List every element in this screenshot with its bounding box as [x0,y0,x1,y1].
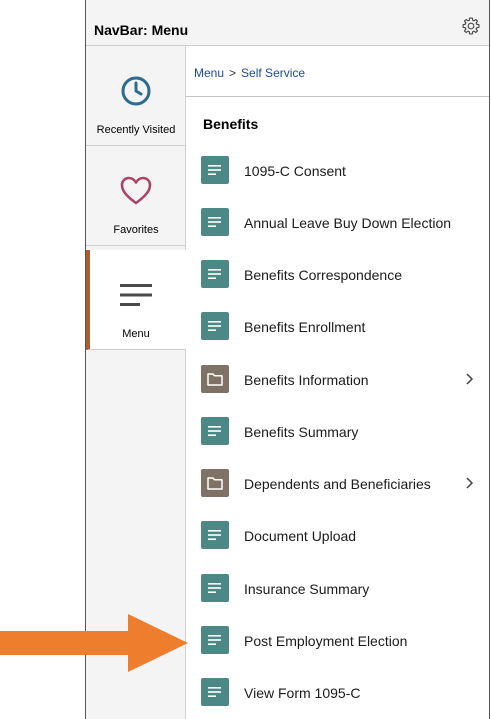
menu-folder[interactable]: Dependents and Beneficiaries [186,464,489,504]
breadcrumb-current[interactable]: Self Service [241,66,305,80]
menu-content: Menu > Self Service Benefits 1095-C Consen… [186,46,489,719]
hamburger-icon [86,278,186,312]
menu-item[interactable]: Post Employment Election [186,621,489,661]
breadcrumb-separator: > [229,66,237,80]
content-reference-icon [201,417,229,445]
sidebar-item-label: Favorites [113,224,159,236]
breadcrumb-divider [186,96,489,97]
chevron-right-icon [466,477,474,489]
content-reference-icon [201,260,229,288]
navbar-panel: NavBar: Menu Recently Visited Favorites [85,0,490,719]
content-reference-icon [201,156,229,184]
menu-item[interactable]: Benefits Summary [186,412,489,452]
content-reference-icon [201,678,229,706]
content-reference-icon [201,574,229,602]
breadcrumb: Menu > Self Service [194,66,305,80]
sidebar-item-menu[interactable]: Menu [86,250,187,350]
menu-item[interactable]: View Form 1095-C [186,673,489,713]
menu-item-label: Dependents and Beneficiaries [244,476,431,492]
menu-item[interactable]: 1095-C Consent [186,151,489,191]
section-title: Benefits [203,116,259,132]
menu-folder[interactable]: Benefits Information [186,360,489,400]
menu-item[interactable]: Benefits Correspondence [186,255,489,295]
menu-item-label: Annual Leave Buy Down Election [244,215,452,231]
sidebar-item-label: Menu [122,328,150,340]
menu-item-label: Insurance Summary [244,581,370,597]
menu-item-label: Post Employment Election [244,633,408,649]
sidebar-item-label: Recently Visited [96,124,176,136]
menu-item-label: Benefits Correspondence [244,267,402,283]
folder-icon [201,365,229,393]
menu-item[interactable]: Document Upload [186,516,489,556]
menu-item-label: Benefits Enrollment [244,319,366,335]
breadcrumb-link-menu[interactable]: Menu [194,66,224,80]
menu-item[interactable]: Annual Leave Buy Down Election [186,203,489,243]
sidebar-item-recently-visited[interactable]: Recently Visited [86,46,186,146]
clock-icon [86,74,186,108]
gear-icon[interactable] [461,16,481,36]
chevron-right-icon [466,373,474,385]
content-reference-icon [201,312,229,340]
menu-item[interactable]: Benefits Enrollment [186,307,489,347]
callout-arrow-icon [0,614,188,672]
menu-item-label: Benefits Summary [244,424,359,440]
menu-item-label: 1095-C Consent [244,163,346,179]
content-reference-icon [201,626,229,654]
sidebar-item-favorites[interactable]: Favorites [86,146,186,246]
menu-item[interactable]: Insurance Summary [186,569,489,609]
menu-item-label: Benefits Information [244,372,369,388]
content-reference-icon [201,521,229,549]
folder-icon [201,469,229,497]
heart-icon [86,174,186,208]
content-reference-icon [201,208,229,236]
navbar-title: NavBar: Menu [94,22,189,38]
navbar-header: NavBar: Menu [86,0,489,46]
menu-item-label: View Form 1095-C [244,685,361,701]
menu-item-label: Document Upload [244,528,357,544]
